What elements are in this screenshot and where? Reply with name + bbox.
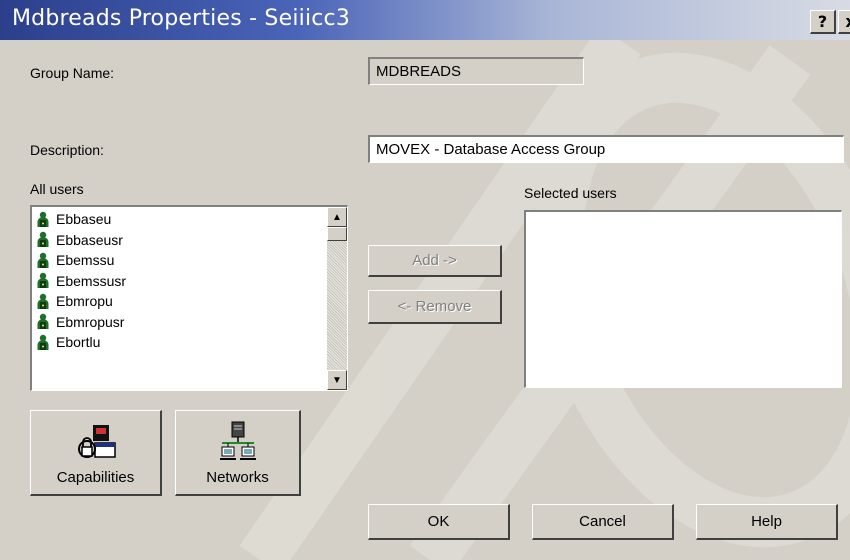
user-list-item[interactable]: Ebmropusr [36,312,325,333]
user-icon [37,334,49,350]
add-button[interactable]: Add -> [368,245,502,277]
all-users-label: All users [30,181,84,197]
user-icon [37,314,49,330]
scroll-up-button[interactable]: ▲ [327,207,347,227]
user-icon [37,273,49,289]
user-icon [37,232,49,248]
user-icon [37,293,49,309]
scroll-down-button[interactable]: ▼ [327,370,347,390]
user-name: Ebemssu [56,252,115,269]
group-name-field: MDBREADS [368,57,584,85]
user-name: Ebbaseusr [56,231,123,248]
user-name: Ebmropusr [56,313,125,330]
networks-button[interactable]: Networks [175,410,301,496]
capabilities-button[interactable]: Capabilities [30,410,162,496]
user-icon [37,211,49,227]
user-name: Ebbaseu [56,211,112,228]
selected-users-label: Selected users [524,185,617,201]
all-users-list[interactable]: Ebbaseu Ebbaseusr Ebemssu Ebemssusr Ebmropu E… [30,205,348,391]
user-name: Ebmropu [56,293,113,310]
capabilities-label: Capabilities [56,469,135,486]
user-icon [37,252,49,268]
remove-button[interactable]: <- Remove [368,290,502,324]
user-list-item[interactable]: Ebortlu [36,332,325,353]
user-list-item[interactable]: Ebbaseu [36,209,325,230]
help-title-button[interactable]: ? [810,10,836,34]
ok-button[interactable]: OK [368,504,510,540]
networks-icon [219,421,256,460]
scroll-thumb[interactable] [327,227,347,241]
user-name: Ebemssusr [56,272,127,289]
help-button[interactable]: Help [696,504,838,540]
cancel-button[interactable]: Cancel [532,504,674,540]
all-users-scrollbar[interactable]: ▲ ▼ [327,207,347,390]
user-list-item[interactable]: Ebemssu [36,250,325,271]
selected-users-list[interactable] [524,210,842,388]
user-list-item[interactable]: Ebmropu [36,291,325,312]
user-list-item[interactable]: Ebbaseusr [36,230,325,251]
title-bar[interactable]: Mdbreads Properties - Seiiicc3 ? x [0,0,850,40]
group-name-label: Group Name: [30,65,115,81]
close-button[interactable]: x [838,10,850,34]
networks-label: Networks [206,469,269,486]
window-title: Mdbreads Properties - Seiiicc3 [12,6,351,31]
user-list-item[interactable]: Ebemssusr [36,271,325,292]
description-input[interactable]: MOVEX - Database Access Group [368,135,844,163]
capabilities-icon [77,425,116,458]
user-name: Ebortlu [56,334,101,351]
description-label: Description: [30,142,104,158]
